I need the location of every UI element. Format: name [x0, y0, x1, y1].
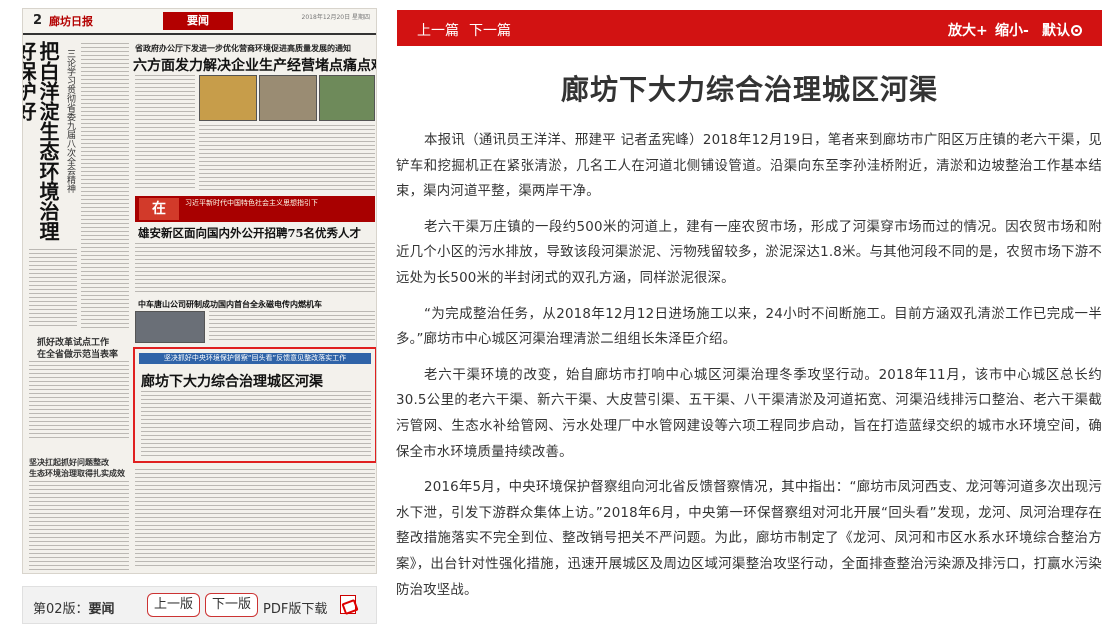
article-paragraph: “为完成整治任务，从2018年12月12日进场施工以来，24小时不间断施工。目前…: [396, 306, 1102, 348]
thumbnail-vertical-title[interactable]: 把白洋淀生态环境治理好保护好: [23, 41, 60, 241]
thumbnail-photo: [135, 311, 205, 343]
pdf-icon[interactable]: [340, 595, 356, 614]
thumbnail-photo: [199, 75, 257, 121]
thumbnail-highlight-article[interactable]: 坚决抓好中央环境保护督察“回头看”反馈意见整改落实工作 廊坊下大力综合治理城区河…: [133, 347, 376, 463]
thumbnail-banner: 在 习近平新时代中国特色社会主义思想指引下: [135, 196, 375, 222]
prev-page-button[interactable]: 上一版: [147, 593, 201, 617]
thumbnail-text-block: [209, 311, 375, 343]
thumbnail-text-block: [135, 243, 375, 293]
thumbnail-banner-text: 习近平新时代中国特色社会主义思想指引下: [185, 199, 318, 207]
page-label: 第02版：要闻: [33, 602, 115, 617]
article-paragraph: 2016年5月，中央环境保护督察组向河北省反馈督察情况，其中指出：“廊坊市凤河西…: [396, 480, 1102, 598]
article-title: 廊坊下大力综合治理城区河渠: [560, 73, 938, 106]
thumbnail-headline-rectify-1[interactable]: 坚决扛起抓好问题整改: [29, 457, 109, 468]
article-paragraph: 老六干渠万庄镇的一段约500米的河道上，建有一座农贸市场，形成了河渠穿市场而过的…: [396, 219, 1102, 286]
thumbnail-page-number: 2: [33, 13, 43, 28]
page-panel: 2 廊坊日报 要闻 2018年12月20日 星期四 把白洋淀生态环境治理好保护好…: [22, 8, 377, 624]
thumbnail-highlight-title: 廊坊下大力综合治理城区河渠: [141, 374, 323, 390]
next-page-button[interactable]: 下一版: [205, 593, 259, 617]
page-section-name: 要闻: [88, 602, 115, 617]
thumbnail-text-block: [29, 481, 129, 571]
thumbnail-headline-main[interactable]: 六方面发力解决企业生产经营堵点痛点难点: [133, 55, 376, 75]
zoom-in-button[interactable]: 放大+: [948, 20, 988, 40]
prev-article-link[interactable]: 上一篇: [417, 20, 459, 40]
article-body: 本报讯（通讯员王洋洋、邢建平 记者孟宪峰）2018年12月19日，笔者来到廊坊市…: [396, 128, 1102, 613]
newspaper-page-thumbnail[interactable]: 2 廊坊日报 要闻 2018年12月20日 星期四 把白洋淀生态环境治理好保护好…: [22, 8, 377, 574]
thumbnail-text-block: [81, 43, 129, 328]
thumbnail-vertical-subtitle: 三论学习贯彻省委九届八次全会精神: [65, 49, 75, 193]
thumbnail-photo: [319, 75, 375, 121]
thumbnail-highlight-bar: 坚决抓好中央环境保护督察“回头看”反馈意见整改落实工作: [139, 353, 371, 364]
article-paragraph: 老六干渠环境的改变，始自廊坊市打响中心城区河渠治理冬季攻坚行动。2018年11月…: [396, 367, 1102, 460]
thumbnail-text-block: [29, 249, 77, 329]
thumbnail-text-block: [135, 469, 375, 569]
thumbnail-photo: [259, 75, 317, 121]
thumbnail-headline-xiongan[interactable]: 雄安新区面向国内外公开招聘75名优秀人才: [138, 225, 361, 241]
zoom-out-button[interactable]: 缩小-: [995, 20, 1029, 40]
thumbnail-text-block: [141, 391, 371, 457]
thumbnail-header: 2 廊坊日报 要闻 2018年12月20日 星期四: [23, 9, 376, 35]
default-size-label: 默认: [1042, 23, 1070, 39]
thumbnail-banner-icon: 在: [139, 198, 179, 220]
thumbnail-headline-rectify-2: 生态环境治理取得扎实成效: [29, 469, 125, 478]
thumbnail-section: 要闻: [163, 12, 233, 30]
pdf-download-link[interactable]: PDF版下载: [263, 598, 327, 617]
next-article-link[interactable]: 下一篇: [469, 20, 511, 40]
thumbnail-meta: 2018年12月20日 星期四: [301, 14, 370, 21]
thumbnail-text-block: [135, 75, 195, 190]
thumbnail-logo: 廊坊日报: [49, 15, 93, 28]
page-navigation: 第02版：要闻 上一版 下一版 PDF版下载: [22, 586, 377, 624]
thumbnail-text-block: [199, 125, 375, 191]
thumbnail-headline-zhongche[interactable]: 中车唐山公司研制成功国内首台全永磁电传内燃机车: [138, 299, 322, 310]
circle-dot-icon: [1071, 25, 1082, 36]
article-paragraph: 本报讯（通讯员王洋洋、邢建平 记者孟宪峰）2018年12月19日，笔者来到廊坊市…: [396, 133, 1102, 200]
thumbnail-text-block: [29, 361, 129, 441]
default-size-button[interactable]: 默认: [1042, 20, 1082, 40]
thumbnail-headline-top: 省政府办公厅下发进一步优化营商环境促进高质量发展的通知: [135, 44, 351, 53]
thumbnail-headline-reform-2: 在全省做示范当表率: [37, 350, 119, 360]
article-toolbar: 上一篇 下一篇 放大+ 缩小- 默认: [397, 10, 1102, 46]
